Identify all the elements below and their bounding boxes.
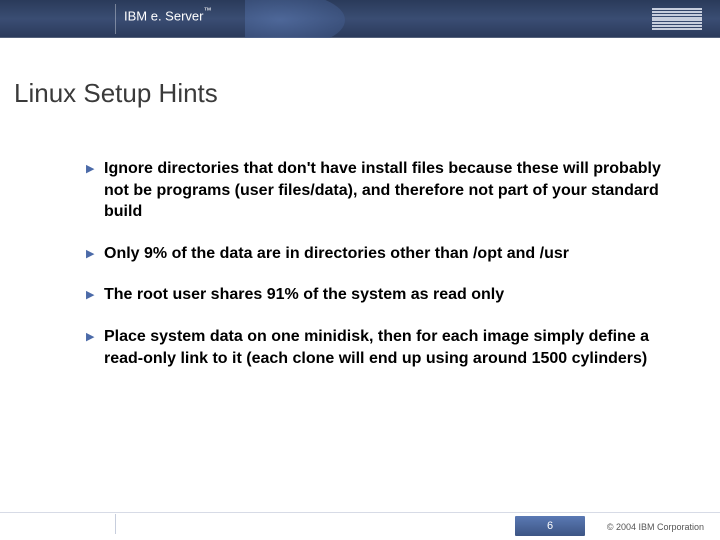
slide-footer: 6 © 2004 IBM Corporation <box>0 512 720 540</box>
bullet-item: ▶ Only 9% of the data are in directories… <box>86 243 670 265</box>
page-number-badge: 6 <box>515 516 585 536</box>
slide-title: Linux Setup Hints <box>14 78 218 109</box>
footer-divider <box>115 514 116 534</box>
product-line-label: IBM e. Server™ <box>124 8 211 23</box>
bullet-arrow-icon: ▶ <box>86 326 104 369</box>
bullet-arrow-icon: ▶ <box>86 243 104 265</box>
header-underline <box>0 37 720 38</box>
bullet-text: The root user shares 91% of the system a… <box>104 284 504 306</box>
header-divider <box>115 4 116 34</box>
bullet-text: Ignore directories that don't have insta… <box>104 158 670 223</box>
slide-content: ▶ Ignore directories that don't have ins… <box>86 158 670 389</box>
bullet-item: ▶ Ignore directories that don't have ins… <box>86 158 670 223</box>
bullet-text: Place system data on one minidisk, then … <box>104 326 670 369</box>
bullet-item: ▶ The root user shares 91% of the system… <box>86 284 670 306</box>
footer-top-line <box>0 512 720 513</box>
bullet-arrow-icon: ▶ <box>86 158 104 223</box>
copyright-text: © 2004 IBM Corporation <box>607 522 704 532</box>
bullet-arrow-icon: ▶ <box>86 284 104 306</box>
ibm-logo-icon <box>652 8 702 30</box>
bullet-text: Only 9% of the data are in directories o… <box>104 243 569 265</box>
header-curve-decoration <box>245 0 355 38</box>
page-number: 6 <box>547 520 553 532</box>
slide-header: IBM e. Server™ <box>0 0 720 38</box>
bullet-item: ▶ Place system data on one minidisk, the… <box>86 326 670 369</box>
